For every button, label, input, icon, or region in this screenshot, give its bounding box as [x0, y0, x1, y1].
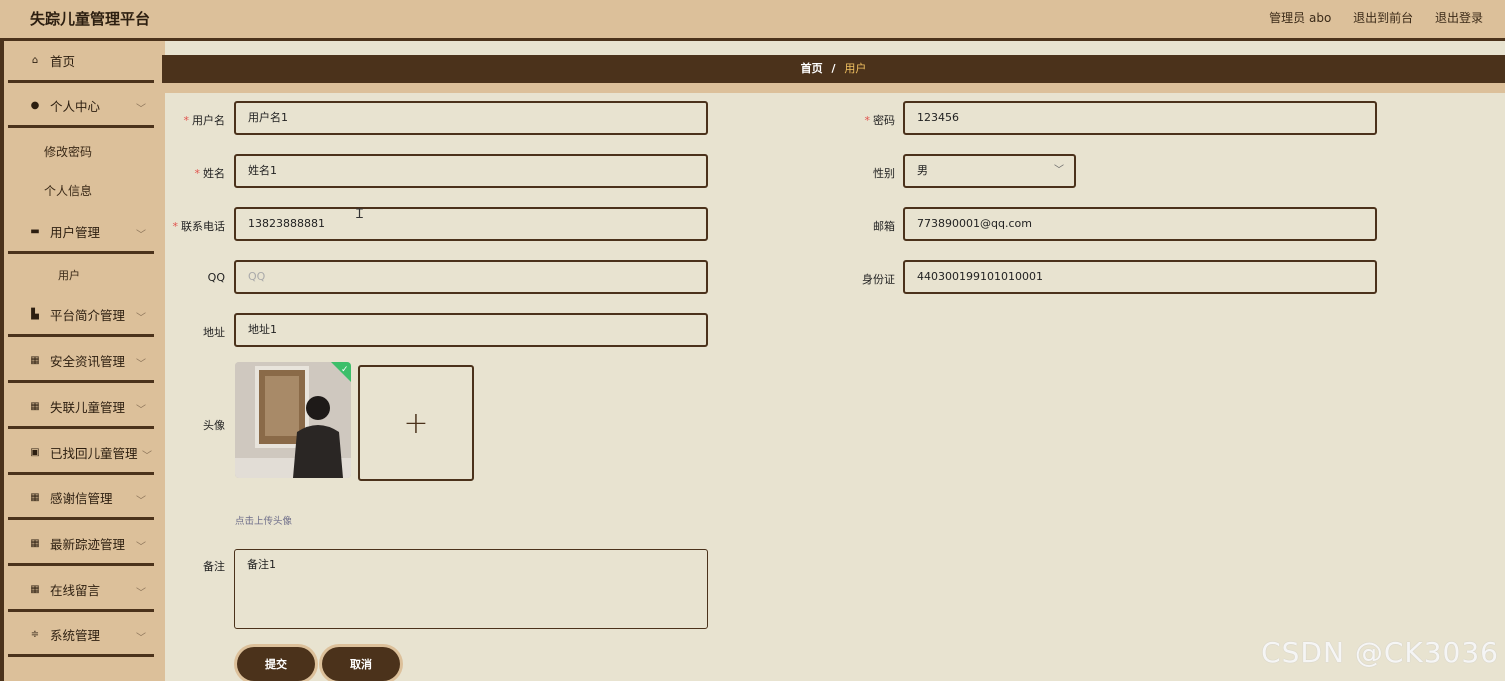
sidebar-item-label: 用户管理 [50, 225, 101, 240]
address-input[interactable]: 地址1 [234, 313, 708, 347]
submenu-personal-info[interactable]: 个人信息 [44, 182, 92, 199]
plus-icon: + [403, 405, 429, 441]
email-label: 邮箱 [873, 220, 895, 233]
sidebar-item-label: 首页 [50, 54, 76, 69]
submenu-change-password[interactable]: 修改密码 [44, 143, 92, 160]
text-cursor-icon: Ｉ [353, 207, 367, 222]
clipboard-icon: ▣ [30, 447, 40, 458]
chevron-down-icon: ﹀ [1054, 165, 1064, 176]
sidebar-item-label: 安全资讯管理 [50, 354, 126, 369]
sidebar-item-label: 最新踪迹管理 [50, 537, 126, 552]
chevron-down-icon: ﹀ [136, 542, 146, 553]
breadcrumb-current: 用户 [844, 62, 867, 75]
watermark: CSDN @CK3036 [1261, 636, 1499, 669]
chevron-down-icon: ﹀ [136, 405, 146, 416]
chevron-down-icon: ﹀ [136, 313, 146, 324]
user-icon: ● [30, 100, 40, 111]
phone-input[interactable]: 13823888881 [234, 207, 708, 241]
submit-button[interactable]: 提交 [237, 647, 315, 681]
submenu-user[interactable]: 用户 [58, 267, 80, 283]
remark-label: 备注 [203, 560, 225, 573]
back-to-front-link[interactable]: 退出到前台 [1353, 11, 1413, 25]
password-input[interactable]: 123456 [903, 101, 1377, 135]
sidebar-item-label: 在线留言 [50, 583, 101, 598]
sidebar-item-label: 个人中心 [50, 99, 101, 114]
sidebar-item-label: 已找回儿童管理 [50, 446, 138, 461]
sidebar-item-user-management[interactable]: ▬ 用户管理 ﹀ [8, 212, 154, 254]
home-icon: ⌂ [31, 55, 39, 66]
chevron-down-icon: ﹀ [136, 230, 146, 241]
idcard-label: 身份证 [862, 273, 895, 286]
name-input[interactable]: 姓名1 [234, 154, 708, 188]
building-icon: ▙ [31, 309, 39, 320]
gender-select[interactable]: 男 ﹀ [903, 154, 1076, 188]
idcard-input[interactable]: 440300199101010001 [903, 260, 1377, 294]
sliders-icon: ≑ [30, 629, 40, 640]
address-label: 地址 [203, 326, 225, 339]
username-input[interactable]: 用户名1 [234, 101, 708, 135]
sidebar-item-platform-intro[interactable]: ▙ 平台简介管理 ﹀ [8, 295, 154, 337]
sidebar-item-safety-news[interactable]: ▦ 安全资讯管理 ﹀ [8, 341, 154, 383]
phone-label: * 联系电话 [172, 220, 226, 233]
grid-icon: ▦ [30, 492, 40, 503]
sidebar-item-label: 平台简介管理 [50, 308, 126, 323]
avatar-photo: ✓ [235, 362, 351, 478]
sidebar-item-found-children[interactable]: ▣ 已找回儿童管理 ﹀ [8, 433, 154, 475]
cancel-button[interactable]: 取消 [322, 647, 400, 681]
grid-icon: ▦ [30, 538, 40, 549]
chevron-down-icon: ﹀ [136, 588, 146, 599]
sidebar-item-thank-letters[interactable]: ▦ 感谢信管理 ﹀ [8, 478, 154, 520]
sidebar-item-personal-center[interactable]: ● 个人中心 ﹀ [8, 86, 154, 128]
breadcrumb-separator: / [831, 62, 836, 75]
name-label: * 姓名 [194, 167, 226, 180]
qq-label: QQ [207, 271, 225, 284]
avatar-label: 头像 [203, 419, 225, 432]
sidebar-item-home[interactable]: ⌂ 首页 [8, 41, 154, 83]
username-label: * 用户名 [183, 114, 226, 127]
chevron-down-icon: ﹀ [136, 496, 146, 507]
upload-hint: 点击上传头像 [235, 516, 293, 527]
breadcrumb-home[interactable]: 首页 [801, 62, 823, 75]
sidebar-item-label: 系统管理 [50, 628, 101, 643]
chevron-down-icon: ﹀ [136, 633, 146, 644]
grid-icon: ▦ [30, 584, 40, 595]
sidebar-item-online-messages[interactable]: ▦ 在线留言 ﹀ [8, 570, 154, 612]
admin-label: 管理员 abo [1269, 11, 1332, 25]
gender-label: 性别 [873, 167, 895, 180]
logout-link[interactable]: 退出登录 [1435, 11, 1483, 25]
password-label: * 密码 [864, 114, 896, 127]
svg-text:✓: ✓ [341, 365, 349, 375]
grid-icon: ▦ [30, 401, 40, 412]
top-bar: 失踪儿童管理平台 管理员 abo 退出到前台 退出登录 [0, 0, 1505, 41]
grid-icon: ▦ [30, 355, 40, 366]
gender-value: 男 [917, 164, 928, 177]
upload-button[interactable]: + [358, 365, 474, 481]
avatar-image[interactable]: ✓ [235, 362, 351, 478]
sidebar-item-latest-traces[interactable]: ▦ 最新踪迹管理 ﹀ [8, 524, 154, 566]
sidebar-item-system-management[interactable]: ≑ 系统管理 ﹀ [8, 615, 154, 657]
briefcase-icon: ▬ [30, 226, 40, 237]
top-links: 管理员 abo 退出到前台 退出登录 [1251, 9, 1483, 26]
sidebar-item-missing-children[interactable]: ▦ 失联儿童管理 ﹀ [8, 387, 154, 429]
breadcrumb: 首页 / 用户 [162, 55, 1505, 93]
remark-textarea[interactable]: 备注1 [234, 549, 708, 629]
email-input[interactable]: 773890001@qq.com [903, 207, 1377, 241]
chevron-down-icon: ﹀ [136, 359, 146, 370]
chevron-down-icon: ﹀ [136, 104, 146, 115]
sidebar-item-label: 感谢信管理 [50, 491, 113, 506]
chevron-down-icon: ﹀ [142, 451, 152, 462]
qq-input[interactable]: QQ [234, 260, 708, 294]
sidebar-item-label: 失联儿童管理 [50, 400, 126, 415]
app-title: 失踪儿童管理平台 [30, 10, 151, 28]
